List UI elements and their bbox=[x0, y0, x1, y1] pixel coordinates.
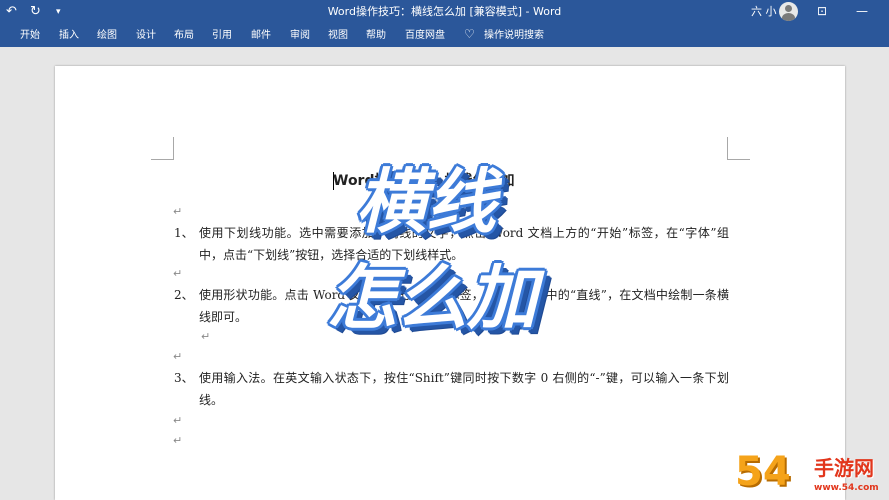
tab-view[interactable]: 视图 bbox=[328, 29, 348, 43]
ribbon-tab-bar: 开始 插入 绘图 设计 布局 引用 邮件 审阅 视图 帮助 百度网盘 ♡ 操作说… bbox=[0, 24, 889, 47]
list-item-number: 3、 bbox=[174, 371, 194, 385]
paragraph-mark: ↵ bbox=[201, 330, 211, 343]
user-name[interactable]: 六 小 bbox=[751, 4, 777, 20]
tab-home[interactable]: 开始 bbox=[20, 29, 40, 43]
tab-baidu-netdisk[interactable]: 百度网盘 bbox=[405, 29, 445, 43]
tab-references[interactable]: 引用 bbox=[212, 29, 232, 43]
tab-insert[interactable]: 插入 bbox=[59, 29, 79, 43]
tab-mailings[interactable]: 邮件 bbox=[251, 29, 271, 43]
paragraph-mark: ↵ bbox=[173, 414, 183, 427]
tab-layout[interactable]: 布局 bbox=[174, 29, 194, 43]
paragraph-mark: ↵ bbox=[173, 350, 183, 363]
overlay-caption-line-2: 怎么加 bbox=[327, 257, 537, 339]
watermark-logo-number: 54 bbox=[735, 449, 791, 495]
watermark-url: www.54.com bbox=[814, 483, 879, 493]
overlay-caption-line-1: 横线 bbox=[356, 161, 496, 243]
avatar[interactable] bbox=[779, 2, 798, 21]
margin-mark-top-right bbox=[727, 137, 750, 160]
tab-help[interactable]: 帮助 bbox=[366, 29, 386, 43]
list-item-number: 2、 bbox=[174, 288, 194, 302]
lightbulb-icon: ♡ bbox=[464, 27, 475, 41]
ribbon-display-options-icon[interactable]: ⊡ bbox=[817, 3, 827, 19]
avatar-head bbox=[785, 5, 792, 12]
list-item-number: 1、 bbox=[174, 226, 194, 240]
tab-draw[interactable]: 绘图 bbox=[97, 29, 117, 43]
paragraph-mark: ↵ bbox=[173, 267, 183, 280]
minimize-button[interactable]: — bbox=[856, 3, 868, 19]
title-bar: ↶ ↻ ▾ Word操作技巧：横线怎么加 [兼容模式] - Word 六 小 ⊡… bbox=[0, 0, 889, 24]
paragraph-mark: ↵ bbox=[173, 205, 183, 218]
watermark-logo-text: 手游网 bbox=[814, 456, 874, 480]
tell-me-search[interactable]: 操作说明搜索 bbox=[484, 29, 544, 43]
paragraph-mark: ↵ bbox=[173, 434, 183, 447]
margin-mark-top-left bbox=[151, 137, 174, 160]
tab-review[interactable]: 审阅 bbox=[290, 29, 310, 43]
avatar-body bbox=[782, 13, 795, 21]
tab-design[interactable]: 设计 bbox=[136, 29, 156, 43]
list-item-text[interactable]: 使用输入法。在英文输入状态下，按住“Shift”键同时按下数字 0 右侧的“-”… bbox=[199, 367, 729, 411]
